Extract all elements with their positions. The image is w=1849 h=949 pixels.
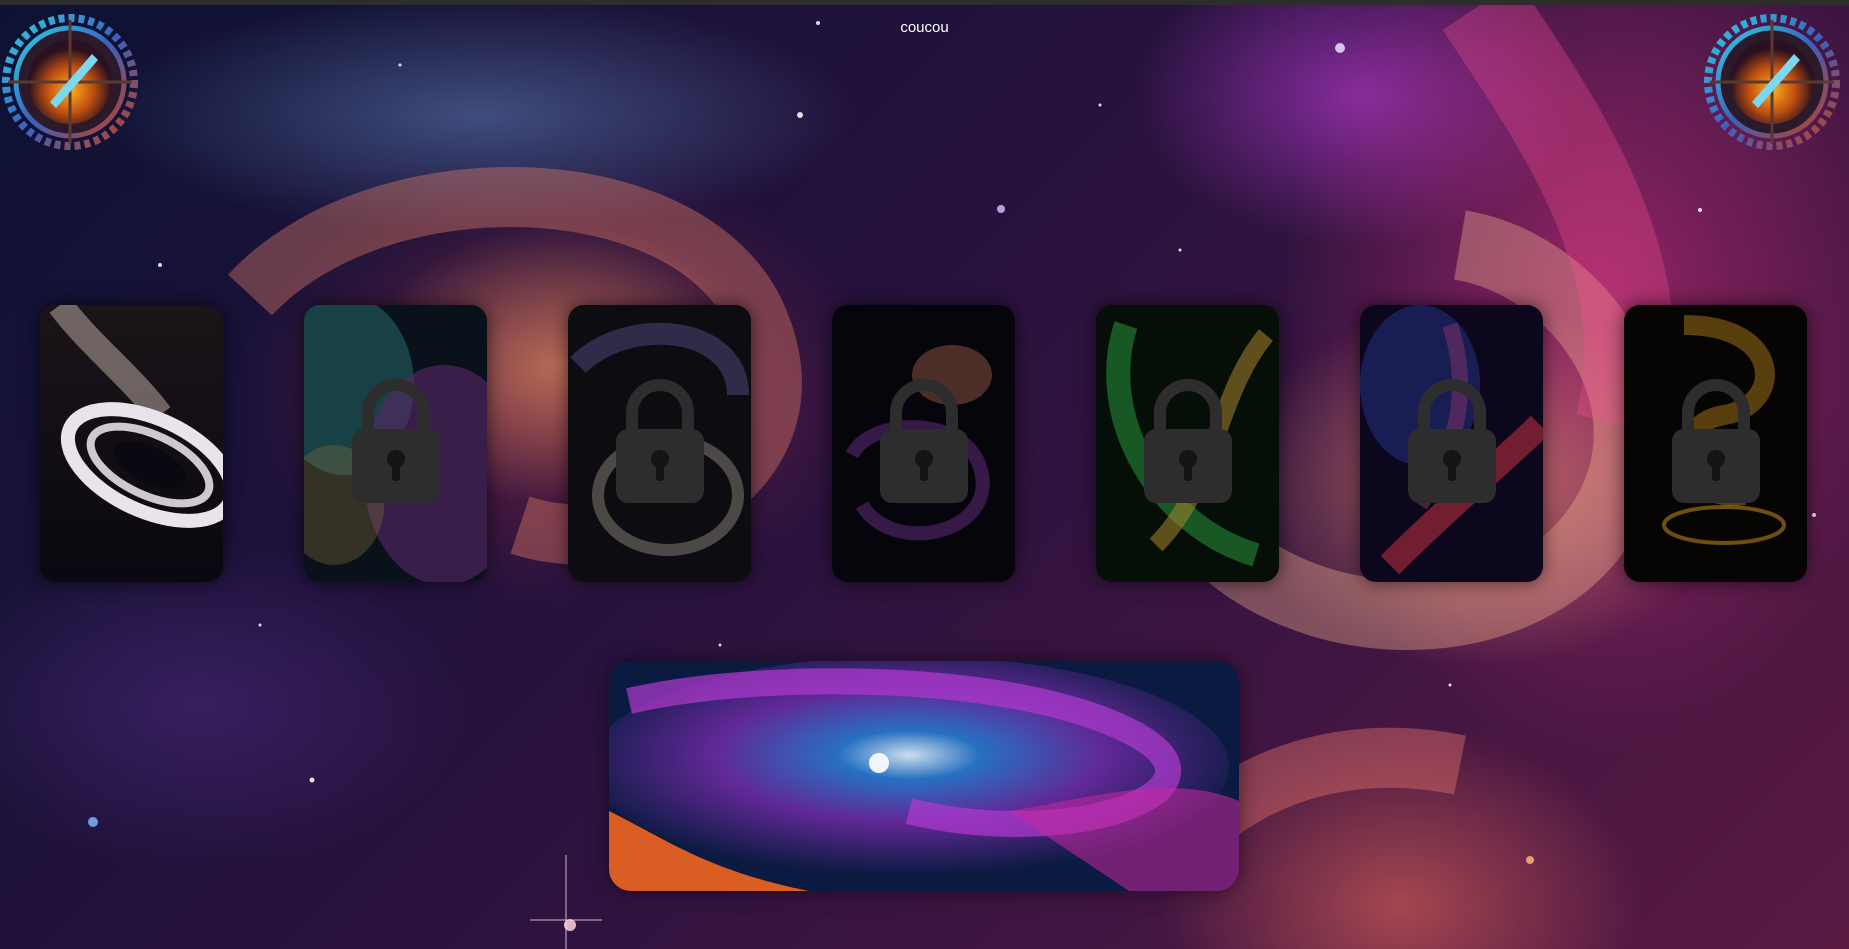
- spiral-galaxy-art: [609, 661, 1239, 891]
- level-card-4[interactable]: [832, 305, 1015, 582]
- level-card-7[interactable]: [1624, 305, 1807, 582]
- padlock-icon: [1408, 379, 1496, 503]
- padlock-icon: [616, 379, 704, 503]
- padlock-icon: [352, 379, 440, 503]
- compass-gear-emblem-icon: [1704, 14, 1840, 150]
- padlock-icon: [880, 379, 968, 503]
- galaxy-banner[interactable]: [609, 661, 1239, 891]
- black-hole-art: [40, 305, 223, 582]
- padlock-icon: [1144, 379, 1232, 503]
- level-card-1[interactable]: [40, 305, 223, 582]
- emblem-left[interactable]: [2, 14, 138, 150]
- padlock-icon: [1672, 379, 1760, 503]
- emblem-right[interactable]: [1704, 14, 1840, 150]
- level-card-5[interactable]: [1096, 305, 1279, 582]
- level-card-3[interactable]: [568, 305, 751, 582]
- level-card-2[interactable]: [304, 305, 487, 582]
- compass-gear-emblem-icon: [2, 14, 138, 150]
- level-card-6[interactable]: [1360, 305, 1543, 582]
- page-title: coucou: [900, 19, 949, 36]
